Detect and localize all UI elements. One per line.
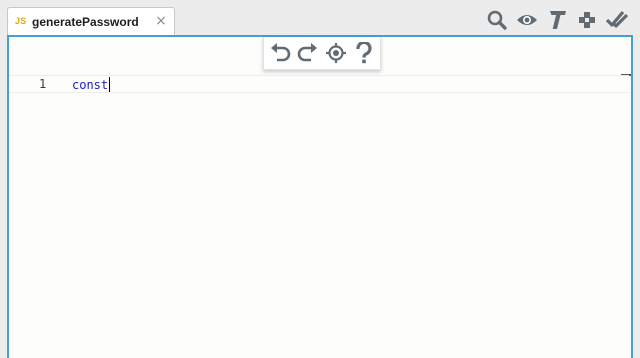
code-editor-window: JS generatePassword × 1 const — [0, 0, 640, 358]
code-editor[interactable]: 1 const — [7, 35, 633, 358]
eye-icon — [517, 15, 537, 25]
tab-title: generatePassword — [32, 15, 139, 29]
help-button[interactable] — [351, 39, 377, 67]
search-icon — [487, 10, 507, 30]
redo-icon — [297, 43, 317, 62]
top-toolbar — [482, 7, 632, 33]
focus-button[interactable] — [323, 39, 349, 67]
code-line[interactable]: 1 const — [9, 75, 629, 93]
validate-button[interactable] — [602, 7, 632, 33]
move-button[interactable] — [572, 7, 602, 33]
text-format-button[interactable] — [542, 7, 572, 33]
redo-button[interactable] — [295, 39, 321, 67]
search-button[interactable] — [482, 7, 512, 33]
tab-bar: JS generatePassword × — [0, 0, 640, 37]
code-line-content[interactable]: const — [72, 77, 111, 92]
preview-button[interactable] — [512, 7, 542, 33]
text-caret — [109, 77, 111, 92]
javascript-badge: JS — [15, 16, 27, 26]
undo-icon — [271, 43, 291, 62]
help-icon — [356, 42, 372, 64]
code-keyword: const — [72, 78, 109, 92]
editor-floating-toolbar — [263, 37, 381, 70]
tab-generate-password[interactable]: JS generatePassword × — [7, 7, 175, 37]
undo-button[interactable] — [267, 39, 293, 67]
double-check-icon — [606, 10, 628, 28]
text-format-icon — [550, 11, 566, 29]
line-number: 1 — [39, 77, 47, 91]
close-icon[interactable]: × — [154, 12, 168, 30]
crosshair-icon — [326, 43, 346, 63]
arrows-move-icon — [579, 12, 595, 28]
